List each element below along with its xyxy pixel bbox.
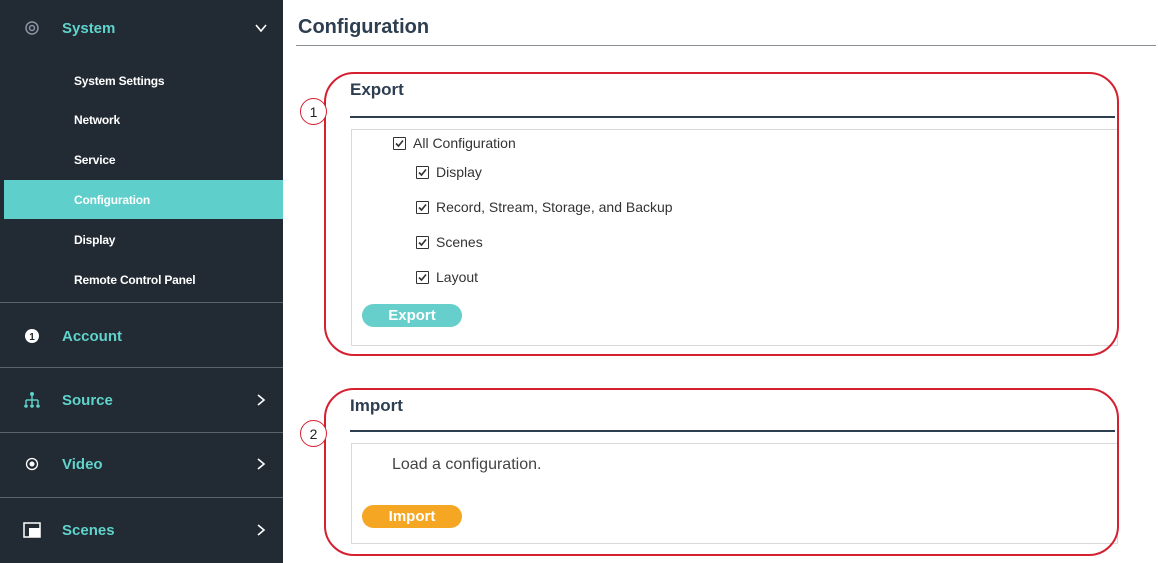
sidebar-group-scenes[interactable]: Scenes	[0, 512, 283, 548]
chevron-right-icon[interactable]	[253, 456, 269, 472]
sidebar-group-label: Source	[62, 391, 113, 409]
sidebar-item-system-settings[interactable]: System Settings	[4, 61, 283, 100]
sidebar-item-label: Remote Control Panel	[74, 272, 196, 287]
sidebar-item-service[interactable]: Service	[4, 140, 283, 179]
radio-dot-icon	[22, 454, 42, 474]
chevron-right-icon[interactable]	[253, 522, 269, 538]
sidebar-group-video[interactable]: Video	[0, 446, 283, 482]
export-callout-outline	[324, 72, 1119, 356]
page-title: Configuration	[298, 16, 430, 38]
gear-icon	[22, 18, 42, 38]
sidebar-group-label: Account	[62, 327, 122, 345]
sidebar-divider	[0, 432, 283, 433]
svg-text:1: 1	[29, 332, 35, 343]
sidebar-item-label: Configuration	[74, 192, 151, 207]
sidebar-item-label: System Settings	[74, 73, 165, 88]
chevron-down-icon[interactable]	[253, 20, 269, 36]
sidebar-divider	[0, 302, 283, 303]
sidebar-group-label: Scenes	[62, 521, 115, 539]
callout-number-2: 2	[300, 420, 327, 447]
title-divider	[296, 45, 1156, 46]
sidebar-divider	[0, 497, 283, 498]
sidebar-item-label: Network	[74, 112, 120, 127]
sidebar-item-label: Display	[74, 232, 116, 247]
chevron-right-icon[interactable]	[253, 392, 269, 408]
callout-number-1: 1	[300, 98, 327, 125]
sidebar-group-label: System	[62, 19, 116, 37]
sidebar: System System Settings Network Service C…	[0, 0, 283, 563]
sidebar-item-display[interactable]: Display	[4, 220, 283, 259]
sidebar-group-label: Video	[62, 455, 103, 473]
sidebar-item-label: Service	[74, 152, 116, 167]
sidebar-item-remote-control-panel[interactable]: Remote Control Panel	[4, 260, 283, 299]
sidebar-group-source[interactable]: Source	[0, 382, 283, 418]
scenes-icon	[22, 520, 42, 540]
network-tree-icon	[22, 390, 42, 410]
sidebar-divider	[0, 367, 283, 368]
sidebar-item-configuration[interactable]: Configuration	[4, 180, 283, 219]
account-icon: 1	[22, 326, 42, 346]
sidebar-group-account[interactable]: 1 Account	[0, 318, 283, 354]
sidebar-group-system[interactable]: System	[0, 10, 283, 46]
import-callout-outline	[324, 388, 1119, 556]
sidebar-item-network[interactable]: Network	[4, 100, 283, 139]
